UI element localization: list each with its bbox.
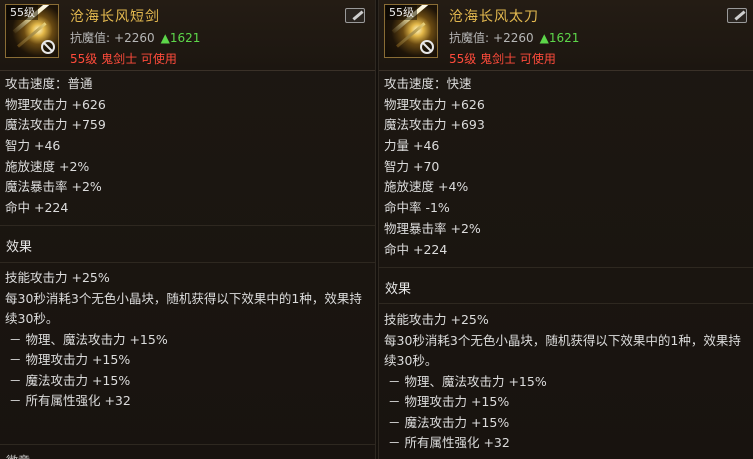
effect-row: － 所有属性强化 +32: [9, 393, 131, 408]
tooltip-header: 55级 沧海长风太刀 抗魔值: +2260 ▲1621 55级 鬼剑士 可使用: [379, 0, 753, 71]
effect-row: 每30秒消耗3个无色小晶块，随机获得以下效果中的1种，效果持续30秒。: [384, 332, 741, 369]
stat-row: 物理攻击力 +626: [5, 96, 106, 112]
resist-line: 抗魔值: +2260 ▲1621: [449, 29, 579, 46]
effect-row: － 物理、魔法攻击力 +15%: [9, 331, 168, 347]
sword-icon: 55级: [384, 4, 438, 58]
stat-row: 攻击速度：普通: [5, 76, 93, 91]
no-entry-icon: [41, 40, 55, 54]
edit-icon[interactable]: [345, 8, 365, 23]
effect-row: － 物理攻击力 +15%: [9, 352, 131, 367]
sword-icon: 55级: [5, 4, 59, 58]
resist-increase: ▲1621: [539, 31, 580, 45]
effects-list: 技能攻击力 +25% 每30秒消耗3个无色小晶块，随机获得以下效果中的1种，效果持…: [5, 268, 369, 412]
effect-row: 每30秒消耗3个无色小晶块，随机获得以下效果中的1种，效果持续30秒。: [5, 290, 362, 327]
item-tooltip-left: 55级 沧海长风短剑 抗魔值: +2260 ▲1621 55级 鬼剑士 可使用 攻击…: [0, 0, 376, 459]
effect-title: 效果: [385, 282, 412, 297]
stat-row: 命中 +224: [5, 200, 69, 216]
resist-label: 抗魔值:: [70, 31, 111, 45]
stat-row: 命中 +224: [384, 241, 448, 257]
resist-line: 抗魔值: +2260 ▲1621: [70, 29, 200, 46]
footer-fragment: 微章: [6, 452, 30, 459]
item-level-badge: 55级: [7, 5, 38, 20]
effect-row: － 魔法攻击力 +15%: [9, 372, 131, 388]
resist-value: +2260: [114, 31, 155, 45]
effect-row: － 物理、魔法攻击力 +15%: [388, 373, 547, 389]
stat-row: 魔法攻击力 +759: [5, 117, 106, 133]
effect-row: － 物理攻击力 +15%: [388, 394, 510, 409]
divider: [0, 225, 375, 226]
item-tooltip-right: 55级 沧海长风太刀 抗魔值: +2260 ▲1621 55级 鬼剑士 可使用 攻击…: [378, 0, 753, 459]
usable-requirement: 55级 鬼剑士 可使用: [70, 52, 177, 66]
resist-increase: ▲1621: [160, 31, 201, 45]
divider: [0, 262, 375, 263]
stat-row: 施放速度 +2%: [5, 158, 90, 174]
no-entry-icon: [420, 40, 434, 54]
effect-row: 技能攻击力 +25%: [5, 270, 110, 285]
usable-requirement: 55级 鬼剑士 可使用: [449, 52, 556, 66]
effect-row: － 所有属性强化 +32: [388, 435, 510, 450]
item-name: 沧海长风短剑: [70, 9, 160, 25]
resist-label: 抗魔值:: [449, 31, 490, 45]
stat-row: 力量 +46: [384, 138, 440, 154]
effects-list: 技能攻击力 +25% 每30秒消耗3个无色小晶块，随机获得以下效果中的1种，效果持…: [384, 310, 747, 454]
stats-list: 攻击速度：快速 物理攻击力 +626 魔法攻击力 +693 力量 +46 智力 +70 施…: [384, 74, 749, 260]
item-level-badge: 55级: [386, 5, 417, 20]
effect-row: － 魔法攻击力 +15%: [388, 414, 510, 430]
tooltip-header: 55级 沧海长风短剑 抗魔值: +2260 ▲1621 55级 鬼剑士 可使用: [0, 0, 375, 71]
stat-row: 智力 +46: [5, 138, 61, 154]
stat-row: 攻击速度：快速: [384, 76, 472, 91]
divider: [379, 303, 753, 304]
effect-title: 效果: [6, 240, 33, 255]
stat-row: 命中率 -1%: [384, 200, 450, 216]
stat-row: 魔法暴击率 +2%: [5, 179, 102, 195]
divider: [379, 267, 753, 268]
stat-row: 智力 +70: [384, 158, 440, 174]
stat-row: 物理攻击力 +626: [384, 96, 485, 112]
effect-row: 技能攻击力 +25%: [384, 312, 489, 327]
stat-row: 物理暴击率 +2%: [384, 220, 481, 236]
stats-list: 攻击速度：普通 物理攻击力 +626 魔法攻击力 +759 智力 +46 施放速度 +2…: [5, 74, 371, 219]
edit-icon[interactable]: [727, 8, 747, 23]
stat-row: 魔法攻击力 +693: [384, 117, 485, 133]
resist-value: +2260: [493, 31, 534, 45]
stat-row: 施放速度 +4%: [384, 179, 469, 195]
item-name: 沧海长风太刀: [449, 9, 539, 25]
divider: [0, 444, 375, 445]
